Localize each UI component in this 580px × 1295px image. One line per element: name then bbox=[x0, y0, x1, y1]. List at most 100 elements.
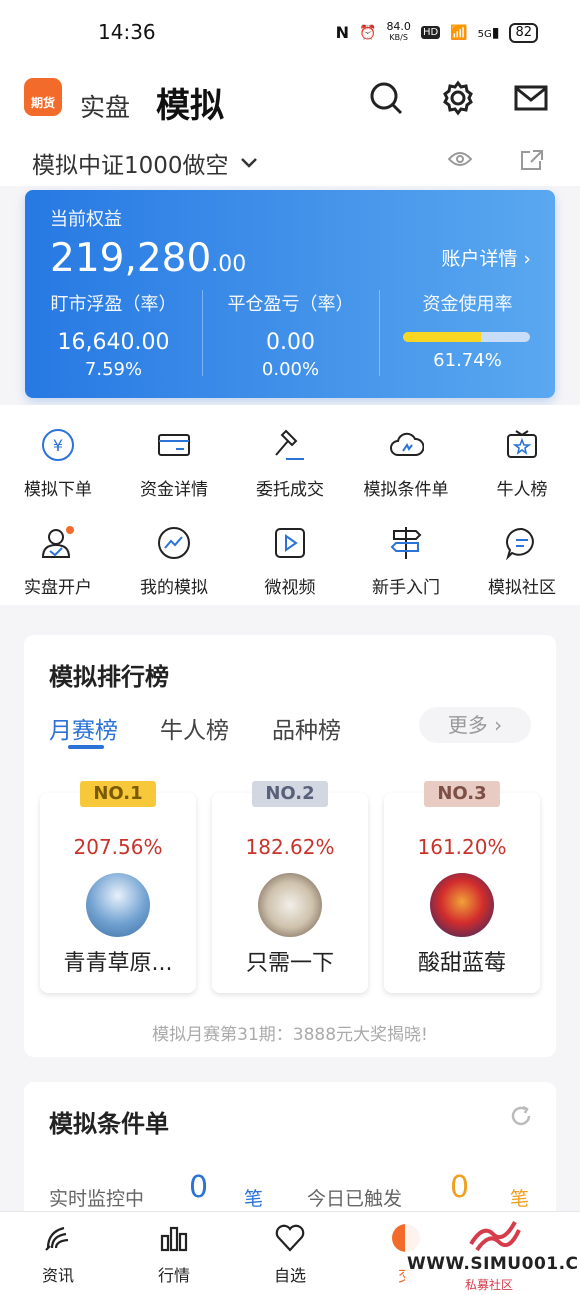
rank-card-1[interactable]: NO.1 207.56% 青青草原... bbox=[40, 781, 196, 993]
nfc-icon: N bbox=[335, 23, 349, 42]
search-icon[interactable] bbox=[368, 80, 404, 116]
heart-icon bbox=[275, 1224, 305, 1252]
tab-experts[interactable]: 牛人榜 bbox=[160, 711, 229, 745]
monitor-count[interactable]: 0 bbox=[189, 1170, 208, 1205]
eye-icon[interactable] bbox=[448, 150, 472, 168]
equity-label: 当前权益 bbox=[50, 209, 122, 230]
rank-return: 182.62% bbox=[245, 835, 335, 859]
nav-quotes-label: 行情 bbox=[157, 1266, 190, 1285]
bars-icon bbox=[160, 1226, 188, 1252]
grid-item-chart-line[interactable]: 我的模拟 bbox=[116, 503, 232, 601]
more-label: 更多 bbox=[447, 713, 488, 737]
status-bar: 14:36 N ⏰ 84.0 KB/S HD 📶 5G▮ 82 bbox=[0, 0, 580, 66]
wifi-icon: 📶 bbox=[450, 24, 468, 41]
grid-item-signpost[interactable]: 新手入门 bbox=[348, 503, 464, 601]
grid-item-label: 委托成交 bbox=[256, 480, 324, 500]
chevron-down-icon bbox=[240, 158, 257, 168]
futures-logo: 期货 bbox=[24, 78, 62, 116]
mail-icon[interactable] bbox=[513, 80, 549, 116]
account-detail-link[interactable]: 账户详情 › bbox=[441, 244, 531, 271]
more-button[interactable]: 更多 › bbox=[419, 707, 531, 743]
ranking-title: 模拟排行榜 bbox=[49, 663, 169, 691]
rank-card-2[interactable]: NO.2 182.62% 只需一下 bbox=[212, 781, 368, 993]
gear-icon[interactable] bbox=[440, 80, 476, 116]
rank-username: 只需一下 bbox=[245, 951, 334, 976]
rank-badge: NO.3 bbox=[424, 781, 500, 807]
cloud-icon bbox=[390, 432, 425, 456]
equity-value: 219,280.00 bbox=[50, 236, 246, 281]
equity-dec: .00 bbox=[211, 252, 247, 277]
grid-item-label: 我的模拟 bbox=[140, 578, 208, 598]
rank-return: 161.20% bbox=[417, 835, 507, 859]
rank-username: 酸甜蓝莓 bbox=[417, 951, 506, 976]
tab-underline bbox=[68, 745, 104, 749]
svg-text:¥: ¥ bbox=[53, 436, 63, 455]
nav-watchlist-label: 自选 bbox=[273, 1266, 306, 1285]
grid-item-star-screen[interactable]: 牛人榜 bbox=[464, 405, 580, 503]
hd-badge: HD bbox=[420, 26, 441, 39]
nav-news[interactable]: 资讯 bbox=[0, 1222, 116, 1286]
chevron-right-icon: › bbox=[494, 713, 503, 737]
status-time: 14:36 bbox=[98, 20, 156, 44]
card-icon bbox=[158, 434, 190, 456]
status-icons: N ⏰ 84.0 KB/S HD 📶 5G▮ 82 bbox=[335, 20, 538, 43]
user-icon bbox=[41, 526, 74, 558]
net-type: 5G bbox=[477, 28, 492, 40]
grid-item-label: 模拟社区 bbox=[488, 578, 556, 598]
tab-products[interactable]: 品种榜 bbox=[272, 711, 341, 745]
contest-note[interactable]: 模拟月赛第31期：3888元大奖揭晓! bbox=[24, 1020, 556, 1045]
triggered-label: 今日已触发 bbox=[307, 1188, 403, 1210]
rank-badge: NO.1 bbox=[80, 781, 156, 807]
triggered-unit: 笔 bbox=[510, 1188, 530, 1210]
chat-icon bbox=[505, 527, 534, 561]
nav-quotes[interactable]: 行情 bbox=[116, 1222, 232, 1286]
usage-bar bbox=[403, 332, 530, 342]
gavel-icon bbox=[275, 429, 304, 460]
speed-value: 84.0 bbox=[386, 20, 411, 33]
avatar bbox=[430, 873, 494, 937]
network-speed: 84.0 KB/S bbox=[386, 20, 411, 43]
rank-badge: NO.2 bbox=[252, 781, 328, 807]
grid-item-yen-coin[interactable]: ¥ 模拟下单 bbox=[0, 405, 116, 503]
equity-int: 219,280 bbox=[50, 236, 212, 281]
watermark: WWW.SIMU001.CN 私募社区 bbox=[405, 1212, 580, 1295]
yen-coin-icon: ¥ bbox=[42, 429, 74, 461]
tab-monthly[interactable]: 月赛榜 bbox=[49, 711, 118, 745]
star-screen-icon bbox=[507, 430, 537, 458]
rank-username: 青青草原... bbox=[63, 951, 173, 976]
chevron-right-icon: › bbox=[523, 248, 531, 270]
grid-item-label: 牛人榜 bbox=[496, 480, 548, 500]
account-detail-label: 账户详情 bbox=[441, 248, 518, 270]
account-selector[interactable]: 模拟中证1000做空 bbox=[32, 146, 259, 180]
nav-watchlist[interactable]: 自选 bbox=[232, 1222, 348, 1286]
conditional-orders-section: 模拟条件单 实时监控中 0 笔 今日已触发 0 笔 bbox=[24, 1082, 556, 1222]
float-pnl-col: 盯市浮盈（率） 16,640.00 7.59% bbox=[25, 290, 202, 380]
cond-title: 模拟条件单 bbox=[49, 1110, 169, 1138]
rank-card-3[interactable]: NO.3 161.20% 酸甜蓝莓 bbox=[384, 781, 540, 993]
usage-rate: 61.74% bbox=[433, 350, 502, 371]
grid-item-label: 模拟条件单 bbox=[363, 480, 449, 500]
close-pnl-label: 平仓盈亏（率） bbox=[227, 294, 354, 315]
battery-indicator: 82 bbox=[509, 22, 538, 43]
tab-real-trading[interactable]: 实盘 bbox=[80, 88, 130, 124]
monitor-label: 实时监控中 bbox=[49, 1188, 145, 1210]
usage-bar-fill bbox=[403, 332, 482, 342]
tab-simulation[interactable]: 模拟 bbox=[156, 78, 224, 127]
play-icon bbox=[275, 528, 305, 558]
share-icon[interactable] bbox=[520, 149, 544, 171]
close-pnl-col: 平仓盈亏（率） 0.00 0.00% bbox=[202, 290, 379, 380]
refresh-icon[interactable] bbox=[509, 1104, 533, 1128]
alarm-icon: ⏰ bbox=[359, 24, 377, 41]
grid-item-user[interactable]: 实盘开户 bbox=[0, 503, 116, 601]
grid-item-play[interactable]: 微视频 bbox=[232, 503, 348, 601]
avatar bbox=[86, 873, 150, 937]
grid-item-label: 资金详情 bbox=[140, 480, 208, 500]
grid-item-gavel[interactable]: 委托成交 bbox=[232, 405, 348, 503]
grid-item-cloud[interactable]: 模拟条件单 bbox=[348, 405, 464, 503]
grid-item-card[interactable]: 资金详情 bbox=[116, 405, 232, 503]
float-pnl-label: 盯市浮盈（率） bbox=[50, 294, 177, 315]
triggered-count[interactable]: 0 bbox=[450, 1170, 469, 1205]
grid-item-label: 实盘开户 bbox=[24, 578, 92, 598]
grid-item-chat[interactable]: 模拟社区 bbox=[464, 503, 580, 601]
equity-card: 当前权益 219,280.00 账户详情 › 盯市浮盈（率） 16,640.00… bbox=[25, 190, 555, 398]
